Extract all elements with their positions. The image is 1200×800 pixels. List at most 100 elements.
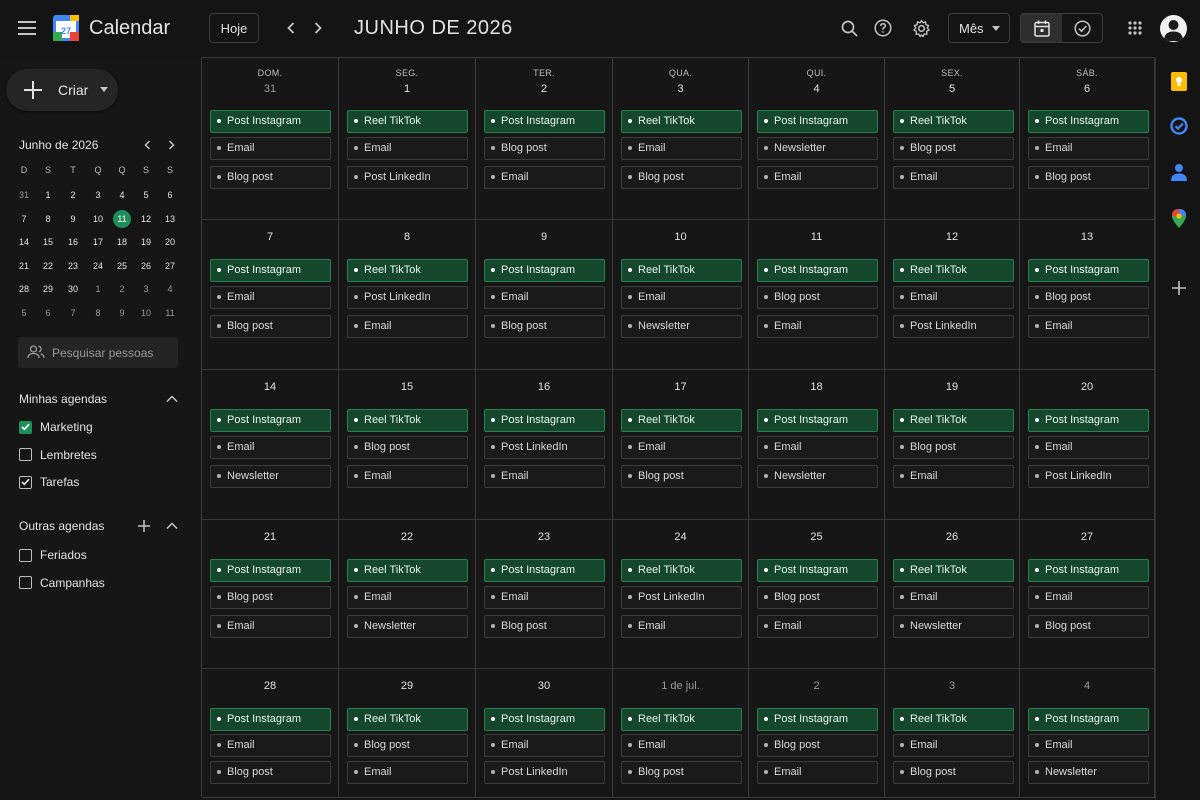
day-number[interactable]: 21 (202, 531, 338, 543)
mini-day[interactable]: 17 (87, 233, 109, 251)
event-chip[interactable]: Blog post (621, 761, 742, 784)
mini-day[interactable]: 30 (62, 280, 84, 298)
event-chip[interactable]: Reel TikTok (347, 110, 468, 133)
checkbox-empty-icon[interactable] (19, 448, 32, 461)
event-chip[interactable]: Email (347, 586, 468, 609)
event-chip[interactable]: Email (757, 166, 878, 189)
event-chip[interactable]: Email (621, 436, 742, 459)
day-cell[interactable]: 30 Post Instagram Email Post LinkedIn (476, 669, 613, 798)
event-chip[interactable]: Blog post (893, 137, 1014, 160)
event-chip[interactable]: Email (347, 465, 468, 488)
event-chip[interactable]: Newsletter (1028, 761, 1149, 784)
day-cell[interactable]: 19 Reel TikTok Blog post Email (885, 370, 1020, 520)
mini-day[interactable]: 16 (62, 233, 84, 251)
event-chip[interactable]: Email (893, 734, 1014, 757)
help-button[interactable] (870, 14, 896, 42)
day-number[interactable]: 31 (202, 83, 338, 95)
event-chip[interactable]: Newsletter (347, 615, 468, 638)
day-cell[interactable]: 26 Reel TikTok Email Newsletter (885, 520, 1020, 669)
event-chip[interactable]: Blog post (893, 436, 1014, 459)
other-calendars-title[interactable]: Outras agendas (19, 519, 104, 533)
day-number[interactable]: 12 (885, 231, 1019, 243)
day-cell[interactable]: 8 Reel TikTok Post LinkedIn Email (339, 220, 476, 370)
tasks-button[interactable] (1168, 115, 1190, 137)
event-chip[interactable]: Email (210, 615, 331, 638)
event-chip[interactable]: Email (757, 436, 878, 459)
mini-day[interactable]: 25 (111, 257, 133, 275)
mini-day[interactable]: 2 (62, 186, 84, 204)
mini-day[interactable]: 1 (37, 186, 59, 204)
mini-day[interactable]: 21 (13, 257, 35, 275)
day-cell[interactable]: TER. 2 Post Instagram Blog post Email (476, 58, 613, 220)
chevron-up-icon[interactable] (164, 391, 180, 407)
day-number[interactable]: 4 (749, 83, 884, 95)
day-cell[interactable]: 11 Post Instagram Blog post Email (749, 220, 885, 370)
event-chip[interactable]: Post Instagram (210, 559, 331, 582)
event-chip[interactable]: Post LinkedIn (621, 586, 742, 609)
maps-button[interactable] (1168, 207, 1190, 229)
event-chip[interactable]: Email (621, 286, 742, 309)
calendar-list-item[interactable]: Feriados (19, 546, 87, 564)
event-chip[interactable]: Post LinkedIn (484, 436, 605, 459)
day-number[interactable]: 10 (613, 231, 748, 243)
day-number[interactable]: 16 (476, 381, 612, 393)
event-chip[interactable]: Blog post (210, 761, 331, 784)
event-chip[interactable]: Email (893, 586, 1014, 609)
day-number[interactable]: 9 (476, 231, 612, 243)
day-number[interactable]: 3 (885, 680, 1019, 692)
day-cell[interactable]: 29 Reel TikTok Blog post Email (339, 669, 476, 798)
event-chip[interactable]: Blog post (757, 286, 878, 309)
event-chip[interactable]: Reel TikTok (893, 409, 1014, 432)
today-button[interactable]: Hoje (209, 13, 259, 43)
event-chip[interactable]: Post Instagram (210, 708, 331, 731)
event-chip[interactable]: Email (210, 436, 331, 459)
day-number[interactable]: 22 (339, 531, 475, 543)
previous-month-button[interactable] (280, 15, 302, 41)
mini-day[interactable]: 4 (159, 280, 181, 298)
event-chip[interactable]: Post Instagram (484, 110, 605, 133)
mini-calendar-prev-button[interactable] (138, 135, 156, 155)
event-chip[interactable]: Email (757, 615, 878, 638)
mini-day[interactable]: 26 (135, 257, 157, 275)
event-chip[interactable]: Reel TikTok (621, 708, 742, 731)
day-cell[interactable]: SEG. 1 Reel TikTok Email Post LinkedIn (339, 58, 476, 220)
day-number[interactable]: 29 (339, 680, 475, 692)
mini-day[interactable]: 24 (87, 257, 109, 275)
view-selector[interactable]: Mês (948, 13, 1010, 43)
day-number[interactable]: 19 (885, 381, 1019, 393)
event-chip[interactable]: Email (621, 137, 742, 160)
mini-day[interactable]: 3 (135, 280, 157, 298)
day-number[interactable]: 18 (749, 381, 884, 393)
event-chip[interactable]: Post Instagram (757, 110, 878, 133)
account-avatar[interactable] (1160, 15, 1187, 42)
mini-day[interactable]: 14 (13, 233, 35, 251)
day-cell[interactable]: SEX. 5 Reel TikTok Blog post Email (885, 58, 1020, 220)
event-chip[interactable]: Email (210, 734, 331, 757)
event-chip[interactable]: Email (1028, 315, 1149, 338)
settings-button[interactable] (908, 14, 934, 42)
event-chip[interactable]: Post Instagram (757, 409, 878, 432)
day-number[interactable]: 11 (749, 231, 884, 243)
mini-day[interactable]: 12 (135, 210, 157, 228)
day-cell[interactable]: 22 Reel TikTok Email Newsletter (339, 520, 476, 669)
day-cell[interactable]: 14 Post Instagram Email Newsletter (202, 370, 339, 520)
event-chip[interactable]: Post Instagram (210, 110, 331, 133)
event-chip[interactable]: Post Instagram (484, 409, 605, 432)
event-chip[interactable]: Blog post (484, 615, 605, 638)
event-chip[interactable]: Email (210, 137, 331, 160)
mini-day[interactable]: 13 (159, 210, 181, 228)
event-chip[interactable]: Newsletter (621, 315, 742, 338)
mini-calendar-next-button[interactable] (162, 135, 180, 155)
mini-day[interactable]: 7 (62, 304, 84, 322)
event-chip[interactable]: Email (484, 586, 605, 609)
event-chip[interactable]: Reel TikTok (347, 708, 468, 731)
day-cell[interactable]: QUI. 4 Post Instagram Newsletter Email (749, 58, 885, 220)
day-cell[interactable]: 15 Reel TikTok Blog post Email (339, 370, 476, 520)
day-cell[interactable]: 9 Post Instagram Email Blog post (476, 220, 613, 370)
day-number[interactable]: 23 (476, 531, 612, 543)
mini-day[interactable]: 31 (13, 186, 35, 204)
event-chip[interactable]: Email (484, 465, 605, 488)
event-chip[interactable]: Blog post (210, 586, 331, 609)
event-chip[interactable]: Blog post (757, 586, 878, 609)
event-chip[interactable]: Reel TikTok (621, 259, 742, 282)
